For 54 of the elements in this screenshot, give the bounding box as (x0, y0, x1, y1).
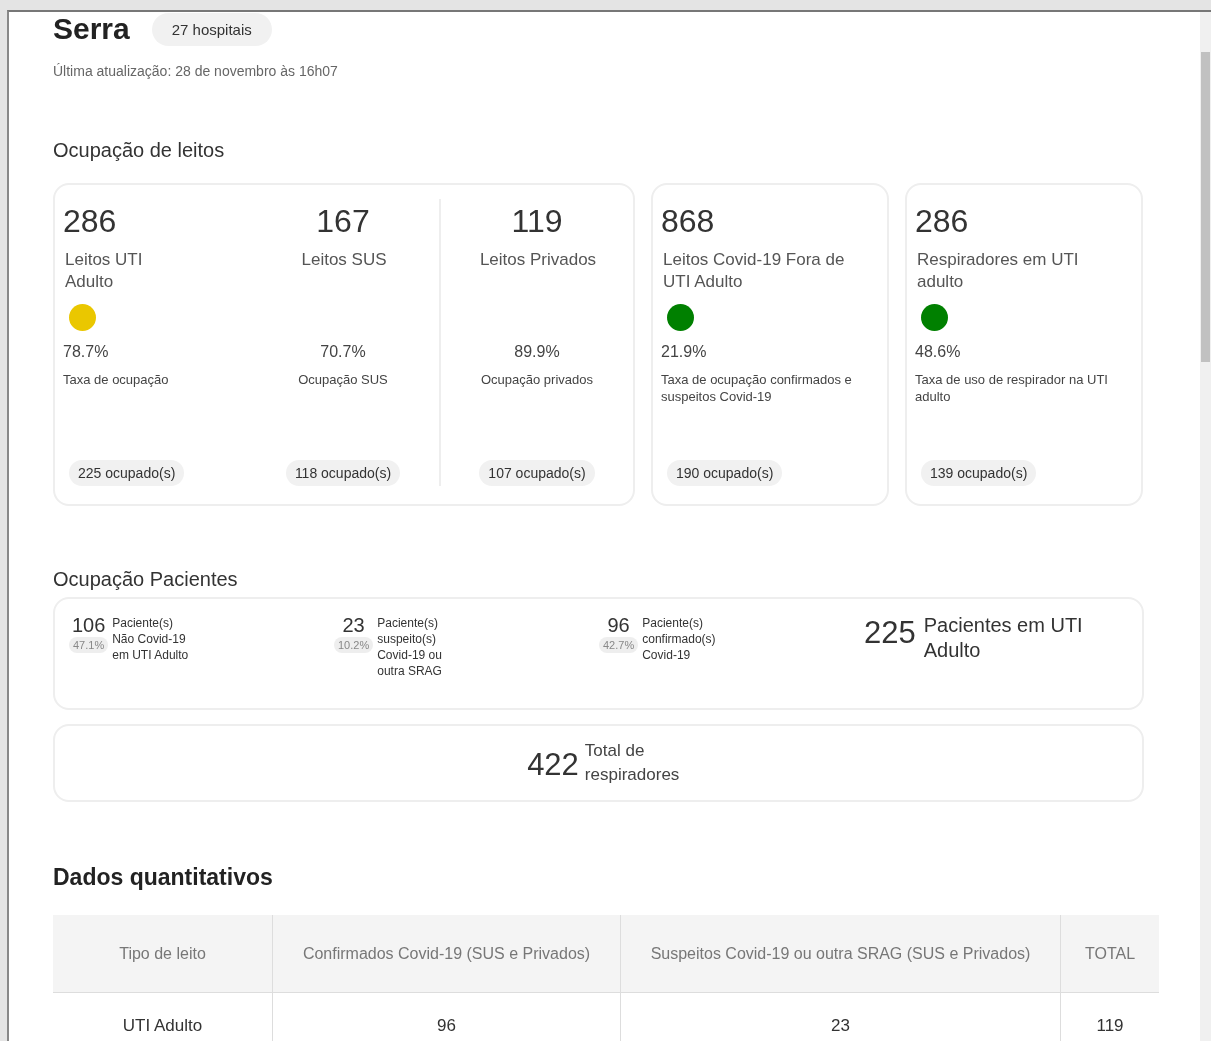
patient-label: Paciente(s) confirmado(s) Covid-19 (642, 615, 717, 664)
region-title: Serra (53, 12, 130, 46)
percent-value: 70.7% (320, 343, 366, 361)
occupied-badge: 107 ocupado(s) (479, 460, 595, 486)
column-header: TOTAL (1060, 915, 1159, 993)
table-cell: UTI Adulto (53, 992, 273, 1041)
patient-count: 23 (342, 613, 365, 637)
table-cell: 96 (272, 992, 621, 1041)
table-cell: 119 (1060, 992, 1159, 1041)
scrollbar-thumb[interactable] (1201, 52, 1210, 362)
section-title: Ocupação de leitos (53, 139, 226, 162)
stat-value: 286 (915, 202, 969, 241)
stat-value: 868 (661, 202, 715, 241)
patient-label: Paciente(s) suspeito(s) Covid-19 ou outra SRAG (377, 615, 443, 680)
percent-value: 21.9% (661, 343, 707, 361)
rate-label: Ocupação privados (481, 371, 593, 388)
patient-count: 96 (607, 613, 630, 637)
respirator-label: Total de respiradores (584, 740, 681, 786)
percent-badge: 10.2% (334, 637, 374, 653)
rate-label: Ocupação SUS (298, 371, 388, 388)
section-title: Dados quantitativos (53, 864, 274, 891)
occupied-badge: 190 ocupado(s) (667, 460, 783, 486)
patient-label: Paciente(s) Não Covid-19 em UTI Adulto (112, 615, 190, 664)
hospital-count-badge: 27 hospitais (151, 12, 272, 46)
percent-value: 89.9% (514, 343, 560, 361)
column-header: Suspeitos Covid-19 ou outra SRAG (SUS e Privados) (620, 915, 1061, 993)
percent-value: 78.7% (63, 343, 109, 361)
stat-value: 167 (316, 202, 370, 241)
stat-value: 119 (511, 202, 563, 241)
table-cell: 23 (620, 992, 1061, 1041)
occupied-badge: 139 ocupado(s) (921, 460, 1037, 486)
stat-label: Leitos SUS (300, 249, 387, 271)
stat-label: Respiradores em UTI adulto (916, 249, 1080, 293)
stat-label: Leitos Covid-19 Fora de UTI Adulto (662, 249, 846, 293)
occupied-badge: 225 ocupado(s) (69, 460, 185, 486)
patient-total: 225 (864, 614, 916, 652)
rate-label: Taxa de ocupação confirmados e suspeitos Covid-19 (661, 371, 853, 405)
stat-label: Leitos UTI Adulto (64, 249, 144, 293)
patient-count: 106 (71, 613, 106, 637)
stat-value: 286 (63, 202, 117, 241)
column-header: Confirmados Covid-19 (SUS e Privados) (272, 915, 621, 993)
stat-label: Leitos Privados (478, 249, 597, 271)
percent-badge: 47.1% (69, 637, 109, 653)
occupied-badge: 118 ocupado(s) (285, 460, 401, 486)
last-update-text: Última atualização: 28 de novembro às 16h07 (53, 63, 339, 79)
rate-label: Taxa de ocupação (63, 371, 169, 388)
column-header: Tipo de leito (53, 915, 273, 993)
scrollbar[interactable] (1200, 12, 1211, 1041)
section-title: Ocupação Pacientes (53, 568, 239, 591)
percent-value: 48.6% (915, 343, 961, 361)
respirator-total: 422 (527, 746, 579, 784)
percent-badge: 42.7% (599, 637, 639, 653)
patient-total-label: Pacientes em UTI Adulto (923, 613, 1084, 663)
rate-label: Taxa de uso de respirador na UTI adulto (915, 371, 1109, 405)
